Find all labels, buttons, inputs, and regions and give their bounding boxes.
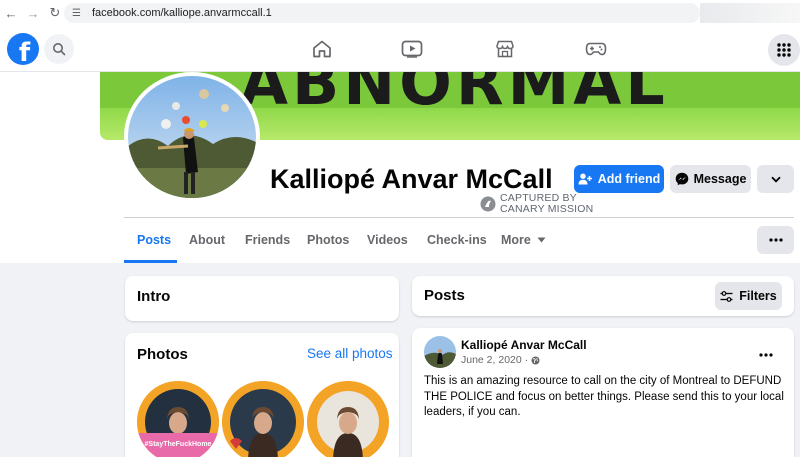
marketplace-icon [496, 40, 514, 58]
browser-toolbar: ← → ↻ ☰ facebook.com/kalliope.anvarmccal… [0, 0, 800, 26]
cover-banner-lettering: ABNORMAL [240, 72, 669, 119]
tab-posts[interactable]: Posts [137, 233, 171, 247]
add-person-icon [578, 173, 592, 185]
tab-about[interactable]: About [189, 233, 225, 247]
nav-home[interactable] [311, 39, 333, 59]
address-bar[interactable]: ☰ facebook.com/kalliope.anvarmccall.1 [64, 3, 700, 23]
home-icon [313, 40, 331, 58]
profile-divider [124, 217, 794, 218]
browser-toolbar-blur [700, 3, 800, 23]
search-button[interactable] [44, 34, 74, 64]
post-author-name[interactable]: Kalliopé Anvar McCall [461, 338, 587, 352]
menu-button[interactable] [768, 34, 800, 66]
caret-down-icon [537, 237, 546, 243]
posts-header-card: Posts Filters [412, 276, 794, 316]
filters-button[interactable]: Filters [715, 282, 782, 310]
ellipsis-icon [759, 353, 773, 357]
photos-card: Photos See all photos #StayTheFuckHome [125, 333, 399, 457]
active-tab-indicator [124, 260, 177, 263]
intro-title: Intro [137, 288, 171, 305]
search-icon [53, 43, 66, 56]
nav-marketplace[interactable] [494, 39, 516, 59]
grid-menu-icon [777, 43, 791, 57]
watermark: CAPTURED BY CANARY MISSION [480, 193, 593, 215]
site-settings-icon[interactable]: ☰ [72, 8, 86, 19]
tab-videos[interactable]: Videos [367, 233, 408, 247]
photos-title: Photos [137, 346, 188, 363]
profile-avatar[interactable] [124, 72, 260, 202]
photo-thumbnail[interactable]: #StayTheFuckHome [137, 381, 219, 457]
facebook-header: f [0, 26, 800, 72]
globe-icon [531, 356, 540, 364]
gaming-icon [585, 42, 607, 56]
profile-name: Kalliopé Anvar McCall [270, 164, 553, 194]
reload-icon[interactable]: ↻ [44, 2, 66, 24]
tab-friends[interactable]: Friends [245, 233, 290, 247]
canary-mission-logo-icon [480, 196, 496, 212]
forward-icon[interactable]: → [22, 2, 44, 24]
posts-title: Posts [424, 287, 465, 304]
facebook-logo[interactable]: f [7, 33, 39, 65]
chevron-down-icon [770, 176, 781, 183]
post-options-button[interactable] [759, 344, 773, 362]
profile-header: ABNORMAL Kalliopé Anvar McCall CAPTURED … [0, 72, 800, 263]
see-all-photos-link[interactable]: See all photos [307, 346, 393, 361]
tab-more[interactable]: More [501, 233, 546, 247]
post-author-avatar[interactable] [424, 336, 456, 368]
profile-options-button[interactable] [757, 226, 794, 254]
intro-card: Intro [125, 276, 399, 321]
more-options-button[interactable] [757, 165, 794, 193]
video-icon [401, 40, 423, 58]
tab-photos[interactable]: Photos [307, 233, 349, 247]
nav-gaming[interactable] [585, 39, 607, 59]
avatar-image [128, 76, 256, 198]
photo-thumbnail[interactable] [307, 381, 389, 457]
ellipsis-icon [768, 238, 783, 242]
filters-icon [720, 290, 733, 302]
add-friend-button[interactable]: Add friend [574, 165, 664, 193]
message-button[interactable]: Message [670, 165, 751, 193]
post-date[interactable]: June 2, 2020 · [461, 354, 540, 366]
url-text: facebook.com/kalliope.anvarmccall.1 [92, 7, 272, 19]
nav-video[interactable] [401, 39, 423, 59]
messenger-icon [675, 172, 688, 186]
back-icon[interactable]: ← [0, 2, 22, 24]
photo-caption: #StayTheFuckHome [144, 441, 212, 448]
post-text: This is an amazing resource to call on t… [424, 375, 784, 418]
tab-check-ins[interactable]: Check-ins [427, 233, 487, 247]
photo-thumbnail[interactable] [222, 381, 304, 457]
